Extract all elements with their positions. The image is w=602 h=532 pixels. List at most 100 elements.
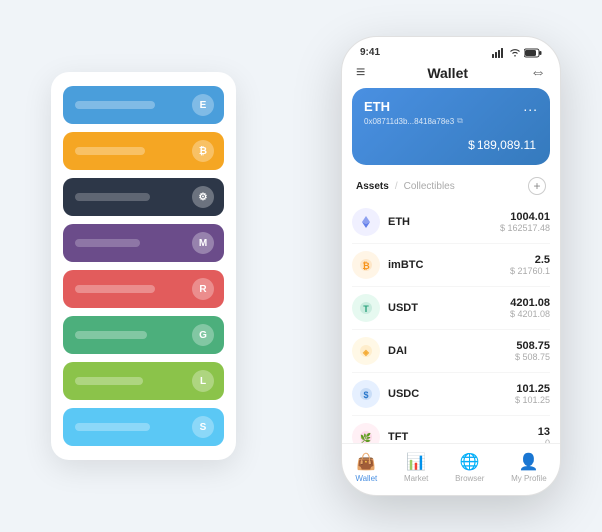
card-icon: E [192,94,214,116]
card-item[interactable]: ⚙ [63,178,224,216]
card-label [75,239,140,247]
card-icon: G [192,324,214,346]
assets-tab-divider: / [395,181,398,192]
asset-right: 101.25 $ 101.25 [515,383,550,405]
scene: E ₿ ⚙ M R G L S [21,21,581,511]
card-item[interactable]: S [63,408,224,446]
eth-icon [352,208,380,236]
copy-icon[interactable]: ⧉ [457,116,463,126]
card-item[interactable]: R [63,270,224,308]
asset-item-tft[interactable]: 🌿 TFT 13 0 [352,416,550,443]
tft-icon: 🌿 [352,423,380,443]
card-label [75,101,155,109]
asset-name-tft: TFT [388,431,408,443]
asset-right: 508.75 $ 508.75 [515,340,550,362]
asset-name-dai: DAI [388,345,407,357]
nav-wallet[interactable]: 👜 Wallet [355,452,377,483]
asset-amount-dai: 508.75 [515,340,550,352]
asset-name-usdc: USDC [388,388,419,400]
asset-item-dai[interactable]: ◈ DAI 508.75 $ 508.75 [352,330,550,373]
asset-right: 4201.08 $ 4201.08 [510,297,550,319]
add-asset-button[interactable]: + [528,177,546,195]
card-icon: L [192,370,214,392]
asset-amount-usdc: 101.25 [515,383,550,395]
eth-card[interactable]: ETH ... 0x08711d3b...8418a78e3 ⧉ $189,08… [352,88,550,165]
wallet-title: Wallet [427,65,468,81]
asset-amount-usdt: 4201.08 [510,297,550,309]
asset-left: ◈ DAI [352,337,407,365]
card-stack: E ₿ ⚙ M R G L S [51,72,236,460]
eth-card-dots[interactable]: ... [523,98,538,114]
asset-right: 2.5 $ 21760.1 [510,254,550,276]
asset-right: 1004.01 $ 162517.48 [500,211,550,233]
asset-name-eth: ETH [388,216,410,228]
card-label [75,377,143,385]
card-label [75,285,155,293]
assets-tab-collectibles[interactable]: Collectibles [404,181,455,192]
asset-amount-tft: 13 [538,426,550,438]
asset-left: ₿ imBTC [352,251,423,279]
asset-amount-imbtc: 2.5 [510,254,550,266]
assets-header: Assets / Collectibles + [342,173,560,201]
asset-item-usdc[interactable]: $ USDC 101.25 $ 101.25 [352,373,550,416]
asset-left: $ USDC [352,380,419,408]
eth-balance: $189,089.11 [364,132,538,155]
asset-usd-usdt: $ 4201.08 [510,309,550,319]
svg-text:◈: ◈ [362,348,370,357]
battery-icon [524,48,542,58]
nav-market[interactable]: 📊 Market [404,452,428,483]
expand-icon[interactable]: ⇔ [530,64,546,82]
dai-icon: ◈ [352,337,380,365]
asset-right: 13 0 [538,426,550,443]
status-bar: 9:41 [342,37,560,62]
asset-usd-imbtc: $ 21760.1 [510,266,550,276]
asset-usd-usdc: $ 101.25 [515,395,550,405]
imbtc-icon: ₿ [352,251,380,279]
card-item[interactable]: E [63,86,224,124]
card-item[interactable]: M [63,224,224,262]
asset-usd-dai: $ 508.75 [515,352,550,362]
card-icon: ⚙ [192,186,214,208]
phone: 9:41 [341,36,561,496]
card-label [75,193,150,201]
signal-icon [492,48,506,58]
asset-left: T USDT [352,294,418,322]
assets-tab-active[interactable]: Assets [356,181,389,192]
browser-nav-label: Browser [455,474,484,483]
asset-item-imbtc[interactable]: ₿ imBTC 2.5 $ 21760.1 [352,244,550,287]
bottom-nav: 👜 Wallet 📊 Market 🌐 Browser 👤 My Profile [342,443,560,495]
card-icon: S [192,416,214,438]
eth-card-header: ETH ... [364,98,538,114]
nav-browser[interactable]: 🌐 Browser [455,452,484,483]
profile-nav-icon: 👤 [519,452,539,472]
card-item[interactable]: L [63,362,224,400]
card-label [75,423,150,431]
asset-list: ETH 1004.01 $ 162517.48 ₿ imBTC 2.5 $ 21… [342,201,560,443]
eth-address: 0x08711d3b...8418a78e3 ⧉ [364,116,538,126]
top-nav: ≡ Wallet ⇔ [342,62,560,88]
assets-tabs: Assets / Collectibles [356,181,455,192]
wallet-nav-icon: 👜 [356,452,376,472]
status-icons [492,48,542,58]
market-nav-icon: 📊 [406,452,426,472]
usdt-icon: T [352,294,380,322]
svg-text:T: T [363,304,369,314]
eth-card-title: ETH [364,99,390,114]
card-icon: R [192,278,214,300]
asset-amount-eth: 1004.01 [500,211,550,223]
card-label [75,147,145,155]
card-icon: ₿ [192,140,214,162]
wallet-nav-label: Wallet [355,474,377,483]
nav-profile[interactable]: 👤 My Profile [511,452,547,483]
asset-item-eth[interactable]: ETH 1004.01 $ 162517.48 [352,201,550,244]
card-label [75,331,147,339]
card-item[interactable]: G [63,316,224,354]
asset-item-usdt[interactable]: T USDT 4201.08 $ 4201.08 [352,287,550,330]
svg-text:🌿: 🌿 [360,432,371,443]
browser-nav-icon: 🌐 [460,452,480,472]
card-item[interactable]: ₿ [63,132,224,170]
market-nav-label: Market [404,474,428,483]
menu-icon[interactable]: ≡ [356,64,365,82]
asset-name-imbtc: imBTC [388,259,423,271]
usdc-icon: $ [352,380,380,408]
